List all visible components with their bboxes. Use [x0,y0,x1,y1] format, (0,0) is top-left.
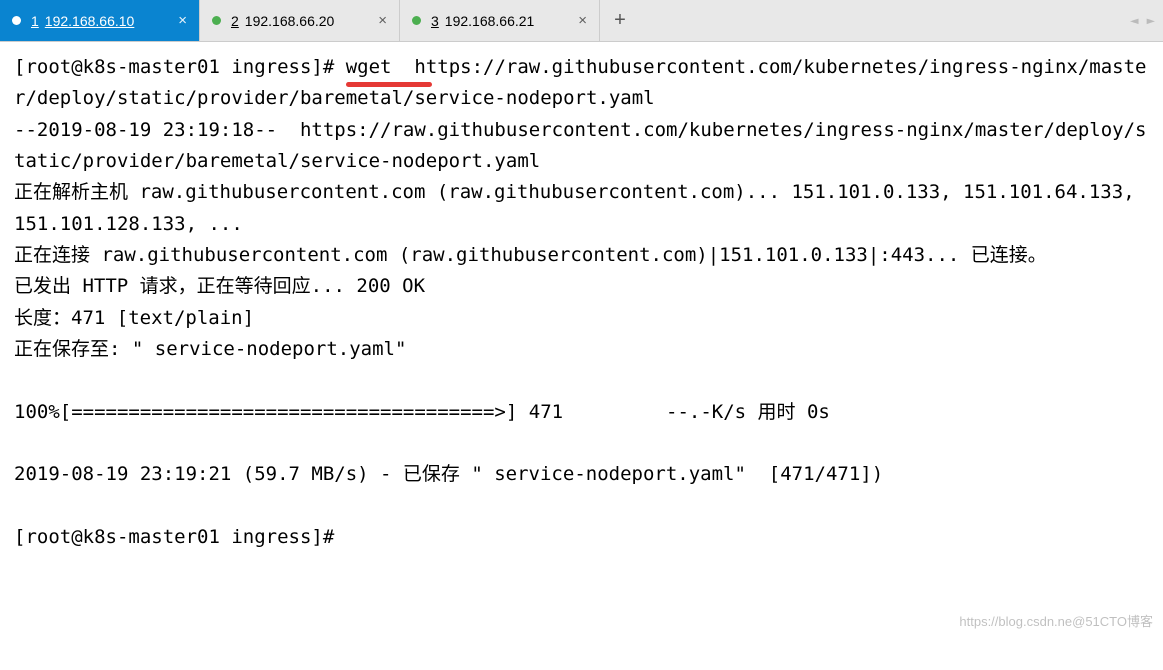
next-tab-icon[interactable]: ► [1147,13,1155,29]
wget-length-line: 长度：471 [text/plain] [14,307,254,329]
tab-number: 2 [231,13,239,29]
status-dot-icon [212,16,221,25]
plus-icon: + [614,9,626,32]
status-dot-icon [12,16,21,25]
wget-http-line: 已发出 HTTP 请求，正在等待回应... 200 OK [14,275,425,297]
tab-label: 192.168.66.21 [445,13,535,29]
tab-label: 192.168.66.20 [245,13,335,29]
tab-label: 192.168.66.10 [45,13,135,29]
prev-tab-icon[interactable]: ◄ [1130,13,1138,29]
tab-number: 3 [431,13,439,29]
tab-number: 1 [31,13,39,29]
tab-nav-arrows: ◄ ► [1130,13,1163,29]
status-dot-icon [412,16,421,25]
tab-bar: 1 192.168.66.10 × 2 192.168.66.20 × 3 19… [0,0,1163,42]
wget-saving-line: 正在保存至: " service-nodeport.yaml" [14,338,406,360]
new-tab-button[interactable]: + [600,0,640,41]
tab-1[interactable]: 1 192.168.66.10 × [0,0,200,41]
wget-connect-line: 正在连接 raw.githubusercontent.com (raw.gith… [14,244,1047,266]
wget-done-line: 2019-08-19 23:19:21 (59.7 MB/s) - 已保存 " … [14,463,883,485]
close-icon[interactable]: × [368,12,387,29]
close-icon[interactable]: × [568,12,587,29]
tab-3[interactable]: 3 192.168.66.21 × [400,0,600,41]
wget-timestamp-line: --2019-08-19 23:19:18-- https://raw.gith… [14,119,1146,172]
close-icon[interactable]: × [168,12,187,29]
wget-resolve-line: 正在解析主机 raw.githubusercontent.com (raw.gi… [14,181,1146,234]
terminal-output[interactable]: [root@k8s-master01 ingress]# wget https:… [0,42,1163,564]
shell-prompt: [root@k8s-master01 ingress]# [14,56,346,78]
tab-2[interactable]: 2 192.168.66.20 × [200,0,400,41]
shell-prompt: [root@k8s-master01 ingress]# [14,526,334,548]
wget-progress-line: 100%[===================================… [14,401,830,423]
wget-command: wget [346,52,392,83]
watermark: https://blog.csdn.ne@51CTO博客 [959,611,1153,630]
